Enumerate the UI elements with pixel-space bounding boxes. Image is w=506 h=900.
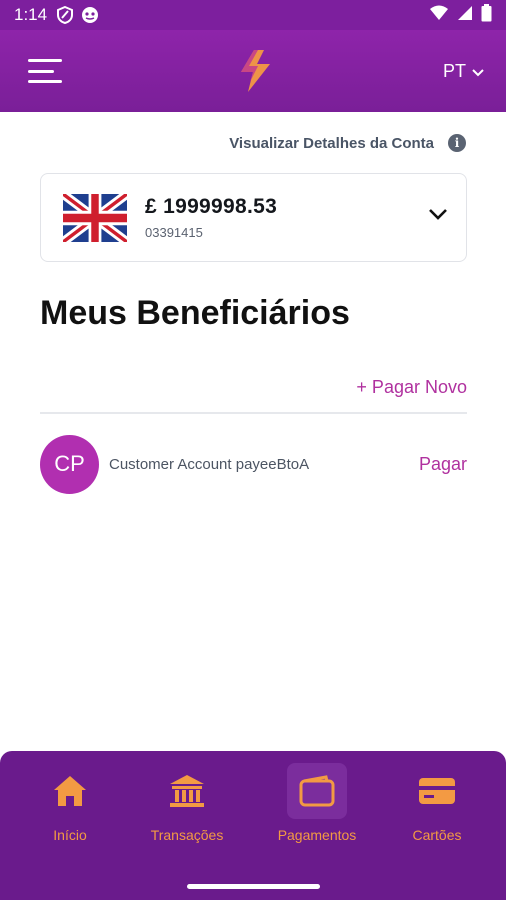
payee-name: Customer Account payeeBtoA [109, 455, 310, 473]
nav-item-home[interactable]: Início [40, 751, 100, 843]
home-indicator [187, 884, 320, 889]
battery-icon [481, 3, 492, 27]
chevron-down-icon[interactable] [428, 208, 448, 226]
signal-icon [457, 5, 473, 26]
account-selector-card[interactable]: £ 1999998.53 03391415 [40, 173, 467, 262]
list-item: CP Customer Account payeeBtoA Pagar [40, 434, 467, 494]
account-number: 03391415 [145, 225, 203, 240]
nav-label-home: Início [53, 827, 87, 843]
language-label: PT [442, 60, 466, 81]
view-account-details-link[interactable]: Visualizar Detalhes da Conta i [229, 134, 466, 152]
account-balance: £ 1999998.53 [145, 195, 278, 218]
status-time: 1:14 [14, 5, 48, 24]
app-logo-icon [236, 48, 276, 99]
wifi-icon [429, 5, 449, 26]
pay-button[interactable]: Pagar [419, 454, 467, 475]
info-icon[interactable]: i [448, 134, 466, 152]
nav-label-payments: Pagamentos [277, 827, 357, 843]
bottom-navigation: Início Transações Pagamentos Cartões [0, 751, 506, 900]
nav-item-cards[interactable]: Cartões [408, 751, 466, 843]
avatar: CP [40, 434, 99, 494]
nav-label-cards: Cartões [412, 827, 462, 843]
nav-label-transactions: Transações [150, 827, 224, 843]
bank-icon [157, 763, 217, 819]
status-bar: 1:14 [0, 0, 506, 30]
chevron-down-icon [472, 61, 484, 82]
uk-flag-icon [63, 193, 127, 242]
nav-item-transactions[interactable]: Transações [148, 751, 226, 843]
app-header: PT [0, 30, 506, 112]
page-title: Meus Beneficiários [40, 294, 350, 332]
home-icon [40, 763, 100, 819]
app-notification-icon [81, 6, 99, 24]
pay-new-button[interactable]: + Pagar Novo [356, 377, 467, 398]
nav-item-payments[interactable]: Pagamentos [274, 751, 360, 843]
view-details-label: Visualizar Detalhes da Conta [229, 134, 434, 152]
shield-icon [57, 6, 74, 24]
card-icon [407, 763, 467, 819]
wallet-icon [287, 763, 347, 819]
language-selector[interactable]: PT [443, 61, 484, 82]
menu-icon[interactable] [28, 56, 62, 86]
divider [40, 412, 467, 414]
